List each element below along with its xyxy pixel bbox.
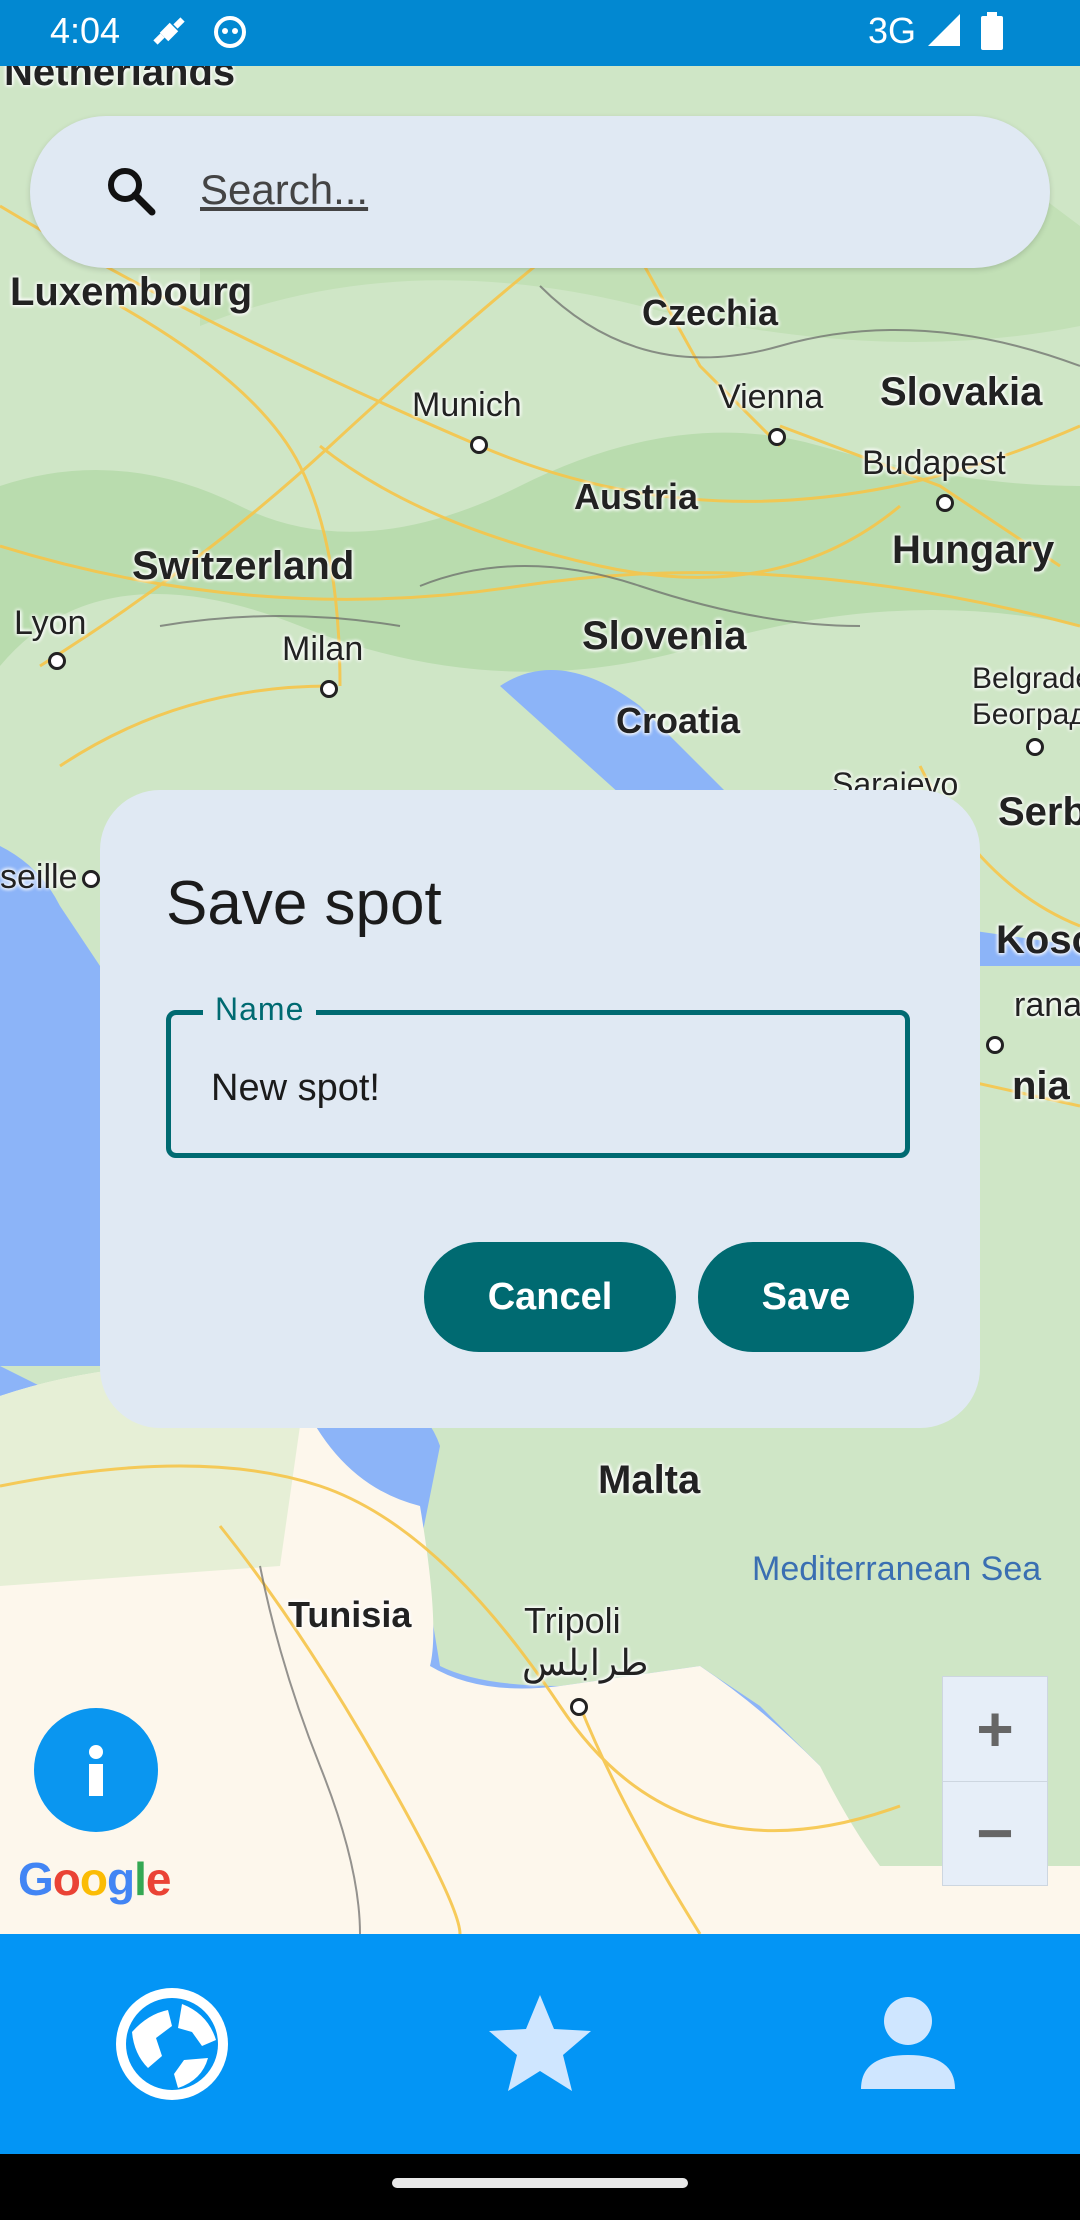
satellite-icon <box>152 14 188 55</box>
info-icon <box>89 1745 103 1796</box>
map-label: Belgrade <box>972 662 1080 695</box>
map-label: Munich <box>412 386 522 424</box>
map-label: Budapest <box>862 444 1006 482</box>
zoom-controls: + − <box>942 1676 1048 1886</box>
map-city-marker <box>1026 738 1044 756</box>
star-icon <box>489 1995 591 2091</box>
person-icon <box>861 1997 955 2089</box>
map-label: Tunisia <box>288 1594 412 1635</box>
battery-icon <box>980 12 1004 55</box>
map-label: Београд <box>972 698 1080 731</box>
map-label: طرابلس <box>522 1642 649 1683</box>
globe-icon <box>116 1988 228 2100</box>
android-debug-icon <box>212 14 248 55</box>
map-label: Croatia <box>616 700 741 741</box>
save-spot-dialog: Save spot Name New spot! Cancel Save <box>100 790 980 1428</box>
map-label: Tripoli <box>524 1600 621 1641</box>
map-city-marker <box>570 1698 588 1716</box>
map-city-marker <box>48 652 66 670</box>
name-field-label: Name <box>203 991 317 1028</box>
map-label: Switzerland <box>132 544 355 588</box>
map-city-marker <box>320 680 338 698</box>
status-bar: 4:04 3G <box>0 0 1080 66</box>
zoom-in-button[interactable]: + <box>943 1677 1047 1782</box>
map-city-marker <box>470 436 488 454</box>
map-city-marker <box>768 428 786 446</box>
name-field-value[interactable]: New spot! <box>211 1067 380 1110</box>
cancel-button[interactable]: Cancel <box>424 1242 676 1352</box>
search-icon <box>104 164 158 223</box>
map-label: Koso <box>996 918 1080 962</box>
map-city-marker <box>936 494 954 512</box>
map-label: nia <box>1012 1064 1070 1108</box>
search-bar[interactable]: Search... <box>30 116 1050 268</box>
nav-item-globe[interactable] <box>112 1984 232 2104</box>
map-label: Netherlands <box>4 66 236 94</box>
map-label: Slovenia <box>582 614 747 658</box>
save-button[interactable]: Save <box>698 1242 914 1352</box>
nav-item-favorites[interactable] <box>480 1984 600 2104</box>
map-label: Czechia <box>642 292 779 333</box>
map-label: seille <box>0 858 78 896</box>
map-label: Luxembourg <box>10 270 253 314</box>
signal-icon <box>926 12 962 53</box>
map-label: Slovakia <box>880 370 1043 414</box>
name-field[interactable]: Name New spot! <box>166 991 910 1158</box>
map-label: Vienna <box>718 378 824 416</box>
map-label: rana <box>1014 986 1080 1024</box>
dialog-title: Save spot <box>166 869 442 938</box>
map-city-marker <box>82 870 100 888</box>
map-city-marker <box>986 1036 1004 1054</box>
info-button[interactable] <box>34 1708 158 1832</box>
map-label: Serb <box>998 790 1080 834</box>
map-label: Hungary <box>892 528 1055 572</box>
nav-item-profile[interactable] <box>848 1984 968 2104</box>
google-attribution: Google <box>18 1853 171 1905</box>
bottom-navigation <box>0 1934 1080 2154</box>
zoom-out-button[interactable]: − <box>943 1781 1047 1885</box>
map-label: Malta <box>598 1458 701 1502</box>
search-input[interactable]: Search... <box>200 166 368 214</box>
map-label: Lyon <box>14 604 87 642</box>
map-label: Austria <box>574 476 699 517</box>
map-label: Mediterranean Sea <box>752 1550 1042 1588</box>
status-time: 4:04 <box>50 10 121 51</box>
map-label: Milan <box>282 630 364 668</box>
network-type: 3G <box>867 10 916 51</box>
home-indicator[interactable] <box>392 2178 688 2188</box>
